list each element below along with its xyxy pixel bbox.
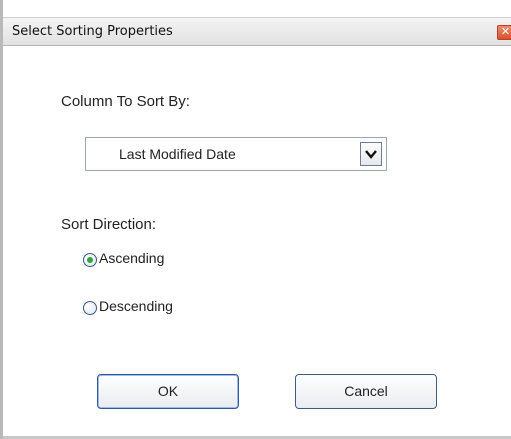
sort-column-value: Last Modified Date — [119, 146, 236, 162]
radio-descending[interactable] — [83, 301, 97, 315]
close-icon: ✕ — [500, 26, 511, 38]
radio-descending-label[interactable]: Descending — [99, 298, 173, 314]
sort-direction-label: Sort Direction: — [61, 216, 157, 233]
ok-button[interactable]: OK — [97, 374, 239, 409]
title-bar[interactable]: Select Sorting Properties ✕ — [3, 17, 511, 46]
radio-ascending[interactable] — [83, 253, 97, 267]
sorting-dialog: Select Sorting Properties ✕ Column To So… — [0, 0, 511, 439]
sort-column-select[interactable]: Last Modified Date — [85, 137, 387, 171]
close-button[interactable]: ✕ — [497, 25, 511, 40]
sort-column-label: Column To Sort By: — [61, 93, 190, 110]
chevron-down-icon — [365, 150, 377, 159]
radio-ascending-label[interactable]: Ascending — [99, 250, 164, 266]
dialog-title: Select Sorting Properties — [12, 24, 173, 39]
dropdown-button[interactable] — [360, 142, 382, 166]
cancel-button[interactable]: Cancel — [295, 374, 437, 409]
